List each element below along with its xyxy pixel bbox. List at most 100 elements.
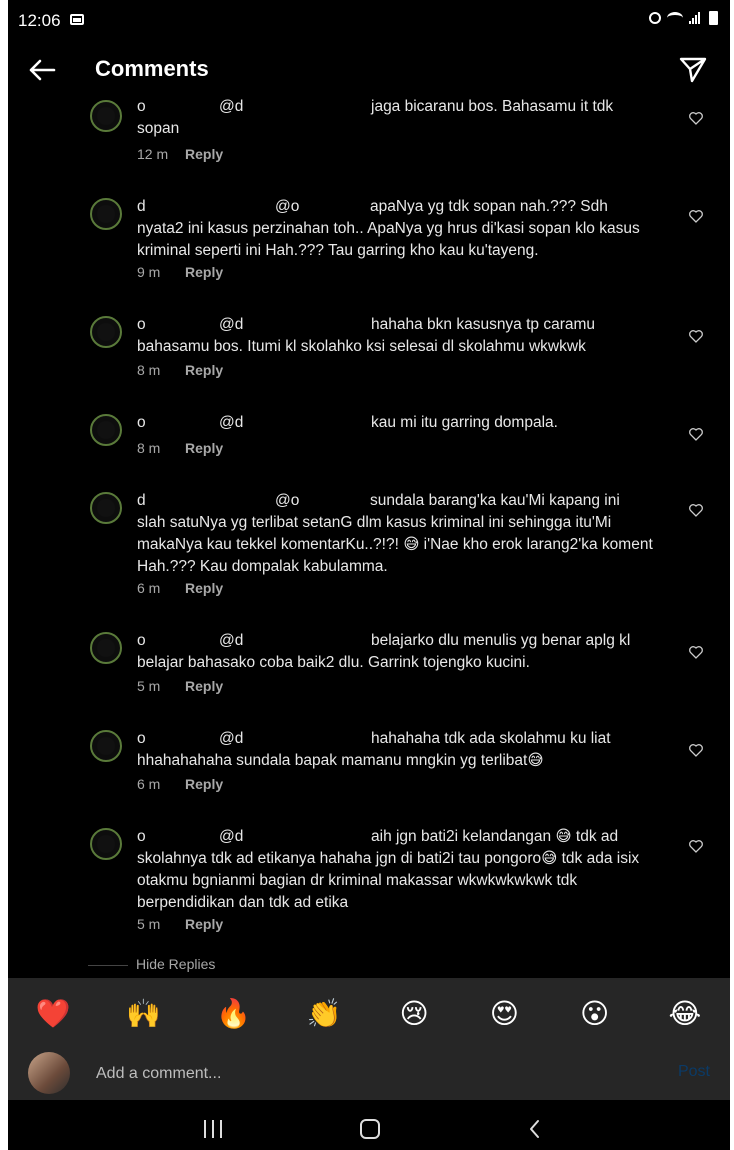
mention[interactable]: @d bbox=[219, 412, 371, 434]
commenter-username[interactable]: o bbox=[137, 314, 219, 336]
gallery-notification-icon bbox=[70, 14, 84, 25]
reply-button[interactable]: Reply bbox=[185, 776, 223, 792]
header: Comments bbox=[8, 42, 730, 98]
heart-emoji-reaction[interactable]: ❤️ bbox=[27, 997, 79, 1030]
commenter-username[interactable]: o bbox=[137, 630, 219, 652]
comment-time: 6 m bbox=[137, 580, 161, 596]
mention[interactable]: @d bbox=[219, 98, 371, 118]
system-navigation-bar bbox=[8, 1100, 730, 1150]
hide-replies-button[interactable]: Hide Replies bbox=[88, 956, 215, 972]
comment-input[interactable] bbox=[94, 1060, 658, 1088]
comment-line-1: jaga bicaranu bos. Bahasamu it tdk bbox=[371, 98, 614, 115]
comment-line-1: sundala barang'ka kau'Mi kapang ini bbox=[370, 492, 620, 509]
laughing-emoji-reaction[interactable]: 😂 bbox=[659, 997, 711, 1030]
comment-text: d @o sundala barang'ka kau'Mi kapang ini sl… bbox=[137, 490, 667, 578]
commenter-avatar[interactable] bbox=[90, 198, 122, 230]
reply-button[interactable]: Reply bbox=[185, 440, 223, 456]
comment-line-1: hahaha bkn kasusnya tp caramu bbox=[371, 316, 596, 333]
comment-rest: bahasamu bos. Itumi kl skolahko ksi sele… bbox=[137, 338, 586, 355]
raising-hands-emoji-reaction[interactable]: 🙌 bbox=[117, 997, 169, 1030]
heart-like-icon[interactable] bbox=[688, 110, 704, 126]
comment-line-1: kau mi itu garring dompala. bbox=[371, 414, 558, 431]
comment-text: o @d kau mi itu garring dompala. bbox=[137, 412, 667, 434]
heart-like-icon[interactable] bbox=[688, 328, 704, 344]
comment-text: o @d belajarko dlu menulis yg benar aplg k… bbox=[137, 630, 667, 674]
comment-rest: hhahahahaha sundala bapak mamanu mngkin … bbox=[137, 752, 544, 769]
comment-rest: belajar bahasako coba baik2 dlu. Garrink… bbox=[137, 654, 530, 671]
direct-send-icon[interactable] bbox=[678, 54, 708, 84]
status-bar: 12:06 bbox=[8, 0, 730, 42]
quick-reactions-bar: ❤️ 🙌 🔥 👏 😢 😍 😮 😂 bbox=[8, 978, 730, 1048]
comment-text: o @d jaga bicaranu bos. Bahasamu it tdk sop… bbox=[137, 98, 667, 140]
commenter-avatar[interactable] bbox=[90, 414, 122, 446]
heart-like-icon[interactable] bbox=[688, 644, 704, 660]
commenter-avatar[interactable] bbox=[90, 316, 122, 348]
heart-like-icon[interactable] bbox=[688, 838, 704, 854]
heart-like-icon[interactable] bbox=[688, 742, 704, 758]
fire-emoji-reaction[interactable]: 🔥 bbox=[208, 997, 260, 1030]
reply-button[interactable]: Reply bbox=[185, 580, 223, 596]
comment-meta: 8 m Reply bbox=[137, 362, 223, 378]
commenter-username[interactable]: o bbox=[137, 826, 219, 848]
comment-rest: slah satuNya yg terlibat setanG dlm kasu… bbox=[137, 514, 653, 575]
commenter-username[interactable]: d bbox=[137, 196, 275, 218]
commenter-avatar[interactable] bbox=[90, 632, 122, 664]
reply-button[interactable]: Reply bbox=[185, 916, 223, 932]
mention[interactable]: @d bbox=[219, 826, 371, 848]
heart-like-icon[interactable] bbox=[688, 426, 704, 442]
comment-text: o @d aih jgn bati2i kelandangan 😅 tdk ad sk… bbox=[137, 826, 667, 914]
commenter-username[interactable]: o bbox=[137, 412, 219, 434]
comment-text: d @o apaNya yg tdk sopan nah.??? Sdh nyata2… bbox=[137, 196, 667, 262]
system-back-icon[interactable] bbox=[524, 1118, 546, 1140]
comment-meta: 6 m Reply bbox=[137, 776, 223, 792]
comment-time: 12 m bbox=[137, 146, 169, 162]
comment-time: 6 m bbox=[137, 776, 161, 792]
app-screen: 12:06 Comments o @d jaga bicaranu bos. Bah… bbox=[8, 0, 730, 1150]
comment-meta: 6 m Reply bbox=[137, 580, 223, 596]
mention[interactable]: @d bbox=[219, 630, 371, 652]
back-arrow-icon[interactable] bbox=[24, 52, 60, 88]
signal-icon bbox=[689, 12, 703, 24]
commenter-username[interactable]: o bbox=[137, 98, 219, 118]
status-icons bbox=[649, 11, 718, 25]
comment-meta: 9 m Reply bbox=[137, 264, 223, 280]
comment-text: o @d hahahaha tdk ada skolahmu ku liat hhah… bbox=[137, 728, 667, 772]
comment-meta: 8 m Reply bbox=[137, 440, 223, 456]
comment-line-1: apaNya yg tdk sopan nah.??? Sdh bbox=[370, 198, 608, 215]
commenter-avatar[interactable] bbox=[90, 730, 122, 762]
commenter-username[interactable]: o bbox=[137, 728, 219, 750]
comment-line-1: aih jgn bati2i kelandangan 😅 tdk ad bbox=[371, 828, 619, 845]
home-icon[interactable] bbox=[360, 1119, 380, 1139]
reply-button[interactable]: Reply bbox=[185, 678, 223, 694]
commenter-avatar[interactable] bbox=[90, 492, 122, 524]
heart-eyes-emoji-reaction[interactable]: 😍 bbox=[478, 997, 530, 1030]
status-time: 12:06 bbox=[18, 11, 61, 30]
clapping-emoji-reaction[interactable]: 👏 bbox=[298, 997, 350, 1030]
post-button[interactable]: Post bbox=[678, 1063, 710, 1081]
page-title: Comments bbox=[95, 56, 209, 81]
heart-like-icon[interactable] bbox=[688, 208, 704, 224]
comment-text: o @d hahaha bkn kasusnya tp caramu bahasamu… bbox=[137, 314, 667, 358]
mention[interactable]: @o bbox=[275, 196, 370, 218]
surprised-emoji-reaction[interactable]: 😮 bbox=[569, 997, 621, 1030]
recent-apps-icon[interactable] bbox=[204, 1120, 222, 1138]
reply-button[interactable]: Reply bbox=[185, 264, 223, 280]
crying-emoji-reaction[interactable]: 😢 bbox=[388, 997, 440, 1030]
reply-button[interactable]: Reply bbox=[185, 146, 223, 162]
heart-like-icon[interactable] bbox=[688, 502, 704, 518]
comment-rest: sopan bbox=[137, 120, 180, 137]
comment-line-1: belajarko dlu menulis yg benar aplg kl bbox=[371, 632, 631, 649]
comment-line-1: hahahaha tdk ada skolahmu ku liat bbox=[371, 730, 611, 747]
reply-button[interactable]: Reply bbox=[185, 362, 223, 378]
mention[interactable]: @o bbox=[275, 490, 370, 512]
alarm-icon bbox=[649, 12, 661, 24]
comment-list: o @d jaga bicaranu bos. Bahasamu it tdk sop… bbox=[8, 98, 730, 978]
mention[interactable]: @d bbox=[219, 314, 371, 336]
comment-composer: Post bbox=[8, 1048, 730, 1100]
mention[interactable]: @d bbox=[219, 728, 371, 750]
commenter-username[interactable]: d bbox=[137, 490, 275, 512]
commenter-avatar[interactable] bbox=[90, 100, 122, 132]
comment-rest: nyata2 ini kasus perzinahan toh.. ApaNya… bbox=[137, 220, 640, 259]
comment-time: 5 m bbox=[137, 916, 161, 932]
commenter-avatar[interactable] bbox=[90, 828, 122, 860]
